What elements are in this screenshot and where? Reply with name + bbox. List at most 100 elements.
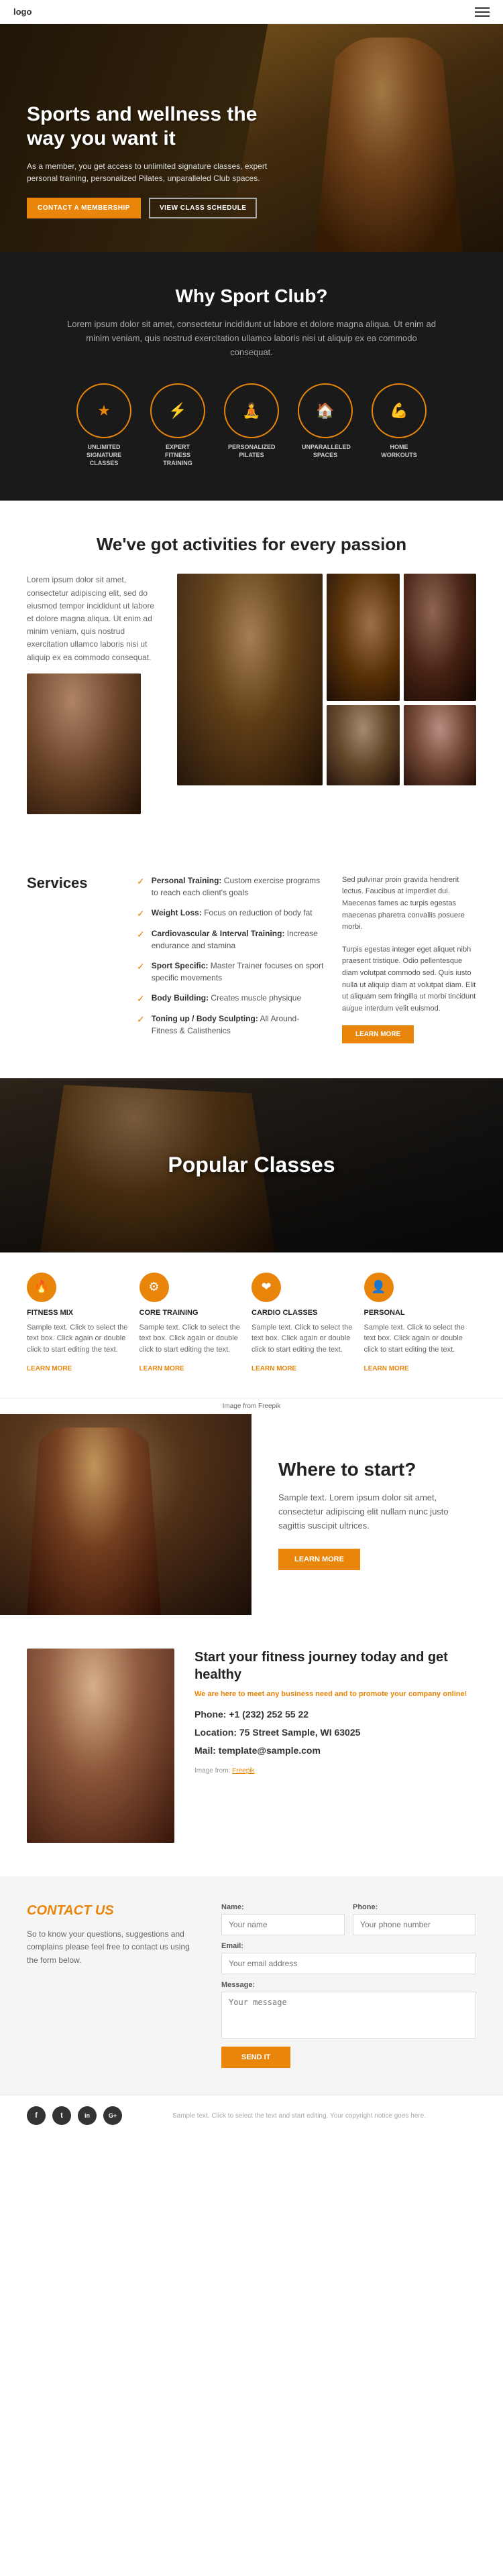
journey-image (27, 1649, 174, 1843)
activities-left-image (27, 673, 141, 814)
contact-membership-button[interactable]: CONTACT A MEMBERSHIP (27, 198, 141, 218)
name-label: Name: (221, 1903, 345, 1911)
where-title: Where to start? (278, 1459, 476, 1480)
hero-title: Sports and wellness the way you want it (27, 103, 288, 151)
personal-link[interactable]: LEARN MORE (364, 1365, 409, 1372)
features-row: ★ UNLIMITED SIGNATURE CLASSES ⚡ EXPERT F… (40, 383, 463, 467)
service-item-2: ✓ Cardiovascular & Interval Training: In… (137, 927, 326, 952)
unlimited-icon: ★ (97, 402, 111, 420)
activities-title: We've got activities for every passion (27, 534, 476, 555)
popular-section: Popular Classes 🔥 FITNESS MIX Sample tex… (0, 1078, 503, 1415)
service-item-3: ✓ Sport Specific: Master Trainer focuses… (137, 960, 326, 984)
contact-heading: cOntACT US (27, 1903, 201, 1919)
twitter-icon[interactable]: t (52, 2106, 71, 2125)
check-icon-3: ✓ (137, 961, 145, 984)
core-training-desc: Sample text. Click to select the text bo… (139, 1322, 243, 1356)
unlimited-label: UNLIMITED SIGNATURE CLASSES (80, 444, 127, 467)
contact-form: Name: Phone: Email: Message: SEND IT (221, 1903, 476, 2068)
feature-workouts[interactable]: 💪 HOME WORKOUTS (372, 383, 427, 467)
journey-tagline: We are here to meet any business need an… (194, 1690, 476, 1698)
journey-content: Start your fitness journey today and get… (194, 1649, 476, 1843)
class-fitness-mix: 🔥 FITNESS MIX Sample text. Click to sele… (27, 1273, 139, 1385)
where-content: Where to start? Sample text. Lorem ipsum… (252, 1414, 503, 1615)
spaces-icon: 🏠 (316, 402, 334, 420)
pilates-label: PERSONALIZED PILATES (228, 444, 275, 459)
journey-image-credit: Image from: Freepik (194, 1767, 476, 1775)
submit-button[interactable]: SEND IT (221, 2047, 290, 2068)
activities-tr2-image (404, 574, 477, 701)
activities-bottom-right-image (404, 705, 477, 785)
feature-expert[interactable]: ⚡ EXPERT FITNESS TRAINING (150, 383, 205, 467)
hero-description: As a member, you get access to unlimited… (27, 160, 288, 184)
workouts-label: HOME WORKOUTS (376, 444, 423, 459)
feature-unlimited[interactable]: ★ UNLIMITED SIGNATURE CLASSES (76, 383, 131, 467)
check-icon-0: ✓ (137, 876, 145, 899)
check-icon-1: ✓ (137, 908, 145, 919)
class-personal: 👤 PERSONAL Sample text. Click to select … (364, 1273, 477, 1385)
personal-icon: 👤 (371, 1280, 386, 1294)
services-learn-more-button[interactable]: LEARN MORE (342, 1025, 414, 1043)
journey-title: Start your fitness journey today and get… (194, 1649, 476, 1683)
feature-spaces[interactable]: 🏠 UNPARALLELED SPACES (298, 383, 353, 467)
fitness-mix-link[interactable]: LEARN MORE (27, 1365, 72, 1372)
service-item-4: ✓ Body Building: Creates muscle physique (137, 992, 326, 1005)
google-plus-icon[interactable]: G+ (103, 2106, 122, 2125)
check-icon-5: ✓ (137, 1014, 145, 1037)
contact-info: Phone: +1 (232) 252 55 22 Location: 75 S… (194, 1708, 476, 1758)
fitness-journey-section: Start your fitness journey today and get… (0, 1615, 503, 1876)
personal-title: PERSONAL (364, 1309, 477, 1317)
journey-location: Location: 75 Street Sample, WI 63025 (194, 1726, 476, 1740)
footer: f t in G+ Sample text. Click to select t… (0, 2095, 503, 2136)
fitness-mix-icon: 🔥 (34, 1280, 49, 1294)
footer-copyright: Sample text. Click to select the text an… (122, 2112, 476, 2120)
phone-label: Phone: (353, 1903, 476, 1911)
hero-section: Sports and wellness the way you want it … (0, 24, 503, 252)
feature-pilates[interactable]: 🧘 PERSONALIZED PILATES (224, 383, 279, 467)
cardio-desc: Sample text. Click to select the text bo… (252, 1322, 355, 1356)
logo: logo (13, 7, 32, 17)
popular-header: Popular Classes (0, 1078, 503, 1252)
cardio-title: CARDIO CLASSES (252, 1309, 355, 1317)
spaces-label: UNPARALLELED SPACES (302, 444, 349, 459)
where-learn-more-button[interactable]: LEARN MORE (278, 1549, 360, 1570)
email-input[interactable] (221, 1953, 476, 1974)
activities-section: We've got activities for every passion L… (0, 501, 503, 847)
expert-icon: ⚡ (168, 402, 186, 420)
cardio-link[interactable]: LEARN MORE (252, 1365, 296, 1372)
classes-grid: 🔥 FITNESS MIX Sample text. Click to sele… (0, 1252, 503, 1399)
core-training-link[interactable]: LEARN MORE (139, 1365, 184, 1372)
instagram-icon[interactable]: in (78, 2106, 97, 2125)
email-label: Email: (221, 1942, 476, 1950)
contact-form-section: cOntACT US So to know your questions, su… (0, 1876, 503, 2095)
workouts-icon: 💪 (390, 402, 408, 420)
facebook-icon[interactable]: f (27, 2106, 46, 2125)
why-title: Why Sport Club? (40, 285, 463, 307)
expert-label: EXPERT FITNESS TRAINING (154, 444, 201, 467)
class-cardio: ❤ CARDIO CLASSES Sample text. Click to s… (252, 1273, 364, 1385)
service-item-0: ✓ Personal Training: Custom exercise pro… (137, 875, 326, 899)
service-item-5: ✓ Toning up / Body Sculpting: All Around… (137, 1013, 326, 1037)
message-input[interactable] (221, 1992, 476, 2039)
hamburger-menu[interactable] (475, 7, 490, 17)
check-icon-4: ✓ (137, 993, 145, 1005)
header: logo (0, 0, 503, 24)
activities-top-right-image (327, 574, 400, 701)
name-input[interactable] (221, 1914, 345, 1935)
why-section: Why Sport Club? Lorem ipsum dolor sit am… (0, 252, 503, 501)
core-training-icon: ⚙ (148, 1280, 159, 1294)
fitness-mix-title: FITNESS MIX (27, 1309, 130, 1317)
services-section: Services ✓ Personal Training: Custom exe… (0, 848, 503, 1078)
services-title: Services (27, 875, 121, 892)
activities-description: Lorem ipsum dolor sit amet, consectetur … (27, 574, 161, 663)
popular-title: Popular Classes (168, 1153, 335, 1177)
journey-phone: Phone: +1 (232) 252 55 22 (194, 1708, 476, 1722)
class-core-training: ⚙ CORE TRAINING Sample text. Click to se… (139, 1273, 252, 1385)
fitness-mix-desc: Sample text. Click to select the text bo… (27, 1322, 130, 1356)
activities-bottom-mid-image (327, 705, 400, 785)
popular-image-credit: Image from Freepik (0, 1398, 503, 1414)
phone-input[interactable] (353, 1914, 476, 1935)
social-icons: f t in G+ (27, 2106, 122, 2125)
where-image (0, 1414, 252, 1615)
activities-main-image (177, 574, 323, 785)
view-schedule-button[interactable]: VIEW CLASS SCHEDULE (149, 198, 258, 218)
